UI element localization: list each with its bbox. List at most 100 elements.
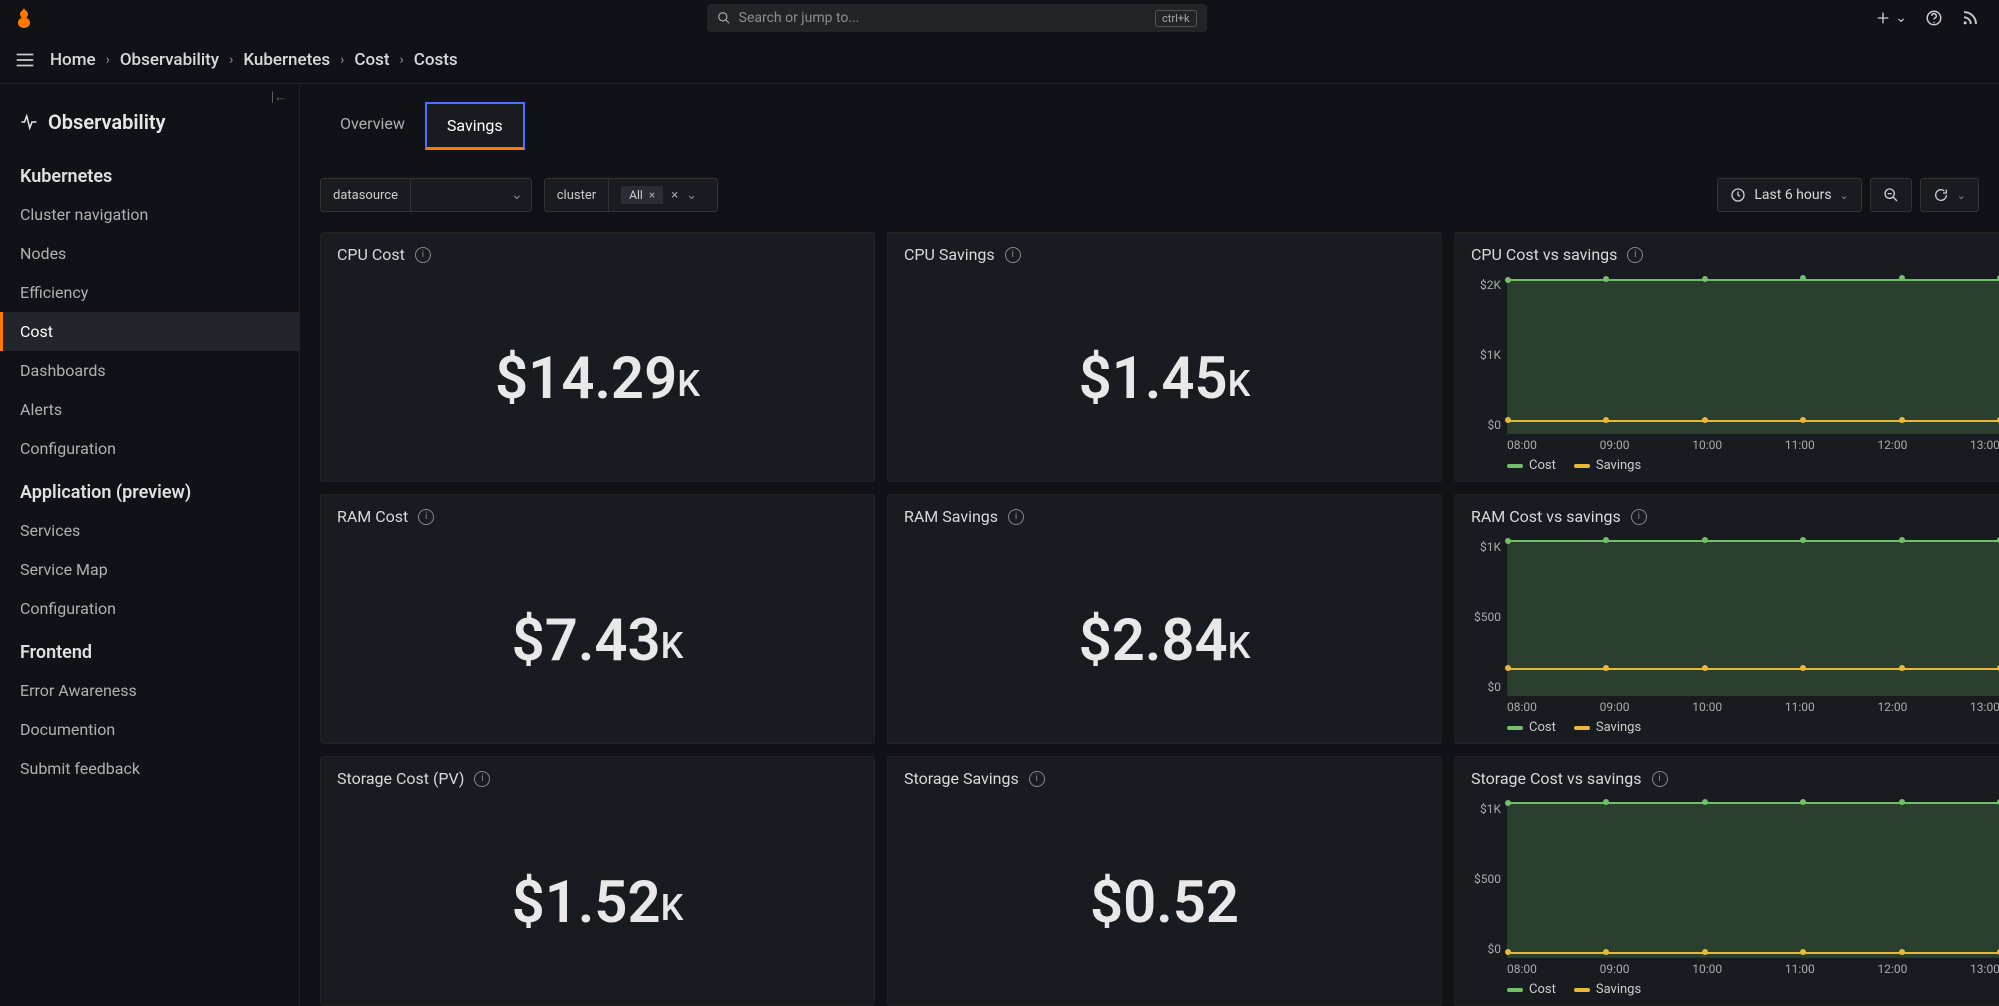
panel-title: Storage Savings	[904, 769, 1019, 788]
panel-ram-chart: RAM Cost vs savings i $1K$500$008:0009:0…	[1454, 494, 1999, 744]
cluster-chip: All ×	[621, 186, 663, 204]
info-icon[interactable]: i	[474, 771, 490, 787]
sidebar: |← Observability Kubernetes Cluster navi…	[0, 84, 300, 1006]
tabs: Overview Savings	[320, 102, 1999, 150]
sidebar-item-cluster-navigation[interactable]: Cluster navigation	[0, 195, 299, 234]
sidebar-item-configuration[interactable]: Configuration	[0, 429, 299, 468]
chevron-right-icon: ›	[106, 52, 110, 68]
sidebar-item-error-awareness[interactable]: Error Awareness	[0, 671, 299, 710]
cluster-label: cluster	[545, 179, 609, 211]
info-icon[interactable]: i	[1627, 247, 1643, 263]
sidebar-item-app-configuration[interactable]: Configuration	[0, 589, 299, 628]
panel-storage-chart: Storage Cost vs savings i $1K$500$008:00…	[1454, 756, 1999, 1006]
sidebar-item-submit-feedback[interactable]: Submit feedback	[0, 749, 299, 788]
datasource-selector[interactable]: datasource ⌄	[320, 178, 532, 212]
breadcrumb-cost[interactable]: Cost	[354, 50, 389, 70]
chip-remove-icon[interactable]: ×	[649, 188, 655, 202]
breadcrumb-kubernetes[interactable]: Kubernetes	[243, 50, 330, 70]
panel-storage-savings: Storage Savings i $0.52	[887, 756, 1442, 1006]
collapse-sidebar-icon[interactable]: |←	[271, 89, 287, 105]
info-icon[interactable]: i	[415, 247, 431, 263]
sidebar-item-cost[interactable]: Cost	[0, 312, 299, 351]
stat-ram-cost: $7.43 K	[321, 538, 874, 743]
panel-cpu-chart: CPU Cost vs savings i $2K$1K$008:0009:00…	[1454, 232, 1999, 482]
sidebar-item-services[interactable]: Services	[0, 511, 299, 550]
search-shortcut: ctrl+k	[1155, 10, 1197, 27]
search-input[interactable]: Search or jump to... ctrl+k	[707, 4, 1207, 32]
stat-storage-cost: $1.52 K	[321, 800, 874, 1005]
chevron-down-icon: ⌄	[1957, 189, 1966, 202]
tab-savings[interactable]: Savings	[425, 102, 525, 150]
sidebar-item-dashboards[interactable]: Dashboards	[0, 351, 299, 390]
chart-cpu: $2K$1K$008:0009:0010:0011:0012:0013:00Co…	[1455, 276, 1999, 481]
controls-row: datasource ⌄ cluster All × × ⌄ L	[320, 178, 1999, 212]
info-icon[interactable]: i	[1005, 247, 1021, 263]
chart-storage: $1K$500$008:0009:0010:0011:0012:0013:00C…	[1455, 800, 1999, 1005]
info-icon[interactable]: i	[1029, 771, 1045, 787]
breadcrumb-home[interactable]: Home	[50, 50, 96, 70]
panel-storage-cost: Storage Cost (PV) i $1.52 K	[320, 756, 875, 1006]
info-icon[interactable]: i	[1631, 509, 1647, 525]
info-icon[interactable]: i	[418, 509, 434, 525]
sidebar-item-documentation[interactable]: Documention	[0, 710, 299, 749]
sidebar-item-service-map[interactable]: Service Map	[0, 550, 299, 589]
zoom-out-icon	[1883, 187, 1899, 203]
sidebar-title: Observability	[0, 104, 299, 152]
panel-ram-cost: RAM Cost i $7.43 K	[320, 494, 875, 744]
stat-storage-savings: $0.52	[888, 800, 1441, 1005]
main-content: Overview Savings datasource ⌄ cluster Al…	[300, 84, 1999, 1006]
sidebar-item-efficiency[interactable]: Efficiency	[0, 273, 299, 312]
datasource-label: datasource	[321, 179, 411, 211]
search-placeholder: Search or jump to...	[739, 10, 860, 26]
panel-title: Storage Cost (PV)	[337, 769, 464, 788]
panel-cpu-cost: CPU Cost i $14.29 K	[320, 232, 875, 482]
grafana-logo-icon[interactable]	[10, 4, 38, 32]
sidebar-item-nodes[interactable]: Nodes	[0, 234, 299, 273]
refresh-button[interactable]: ⌄	[1920, 178, 1979, 212]
sidebar-section-kubernetes: Kubernetes	[0, 152, 299, 195]
breadcrumb-bar: Home › Observability › Kubernetes › Cost…	[0, 36, 1999, 84]
search-icon	[717, 11, 731, 25]
chevron-right-icon: ›	[340, 52, 344, 68]
panel-grid: CPU Cost i $14.29 K CPU Savings i $1.45 …	[320, 232, 1999, 1006]
chevron-right-icon: ›	[229, 52, 233, 68]
panel-title: RAM Cost	[337, 507, 408, 526]
chevron-down-icon: ⌄	[1840, 189, 1849, 202]
stat-ram-savings: $2.84 K	[888, 538, 1441, 743]
panel-title: RAM Cost vs savings	[1471, 507, 1621, 526]
help-icon[interactable]	[1925, 9, 1943, 27]
breadcrumb: Home › Observability › Kubernetes › Cost…	[50, 50, 458, 70]
sidebar-item-alerts[interactable]: Alerts	[0, 390, 299, 429]
top-bar: Search or jump to... ctrl+k ⌄	[0, 0, 1999, 36]
cluster-selector[interactable]: cluster All × × ⌄	[544, 178, 718, 212]
chart-ram: $1K$500$008:0009:0010:0011:0012:0013:00C…	[1455, 538, 1999, 743]
stat-cpu-cost: $14.29 K	[321, 276, 874, 481]
rss-icon[interactable]	[1961, 9, 1979, 27]
clock-icon	[1730, 187, 1746, 203]
breadcrumb-costs[interactable]: Costs	[414, 50, 458, 70]
panel-title: Storage Cost vs savings	[1471, 769, 1642, 788]
panel-title: CPU Cost vs savings	[1471, 245, 1617, 264]
panel-title: CPU Savings	[904, 245, 995, 264]
time-range-button[interactable]: Last 6 hours ⌄	[1717, 178, 1861, 212]
refresh-icon	[1933, 187, 1949, 203]
chevron-right-icon: ›	[400, 52, 404, 68]
info-icon[interactable]: i	[1652, 771, 1668, 787]
add-button[interactable]: ⌄	[1875, 10, 1907, 26]
tab-overview[interactable]: Overview	[320, 102, 425, 150]
panel-cpu-savings: CPU Savings i $1.45 K	[887, 232, 1442, 482]
zoom-out-button[interactable]	[1870, 178, 1912, 212]
time-range-label: Last 6 hours	[1754, 187, 1831, 203]
panel-title: CPU Cost	[337, 245, 405, 264]
chevron-down-icon: ⌄	[686, 188, 705, 203]
sidebar-section-application: Application (preview)	[0, 468, 299, 511]
info-icon[interactable]: i	[1008, 509, 1024, 525]
pulse-icon	[20, 113, 38, 131]
panel-title: RAM Savings	[904, 507, 998, 526]
hamburger-icon[interactable]	[14, 49, 36, 71]
breadcrumb-observability[interactable]: Observability	[120, 50, 219, 70]
stat-cpu-savings: $1.45 K	[888, 276, 1441, 481]
sidebar-section-frontend: Frontend	[0, 628, 299, 671]
clear-all-icon[interactable]: ×	[671, 188, 678, 203]
chevron-down-icon: ⌄	[511, 187, 531, 203]
